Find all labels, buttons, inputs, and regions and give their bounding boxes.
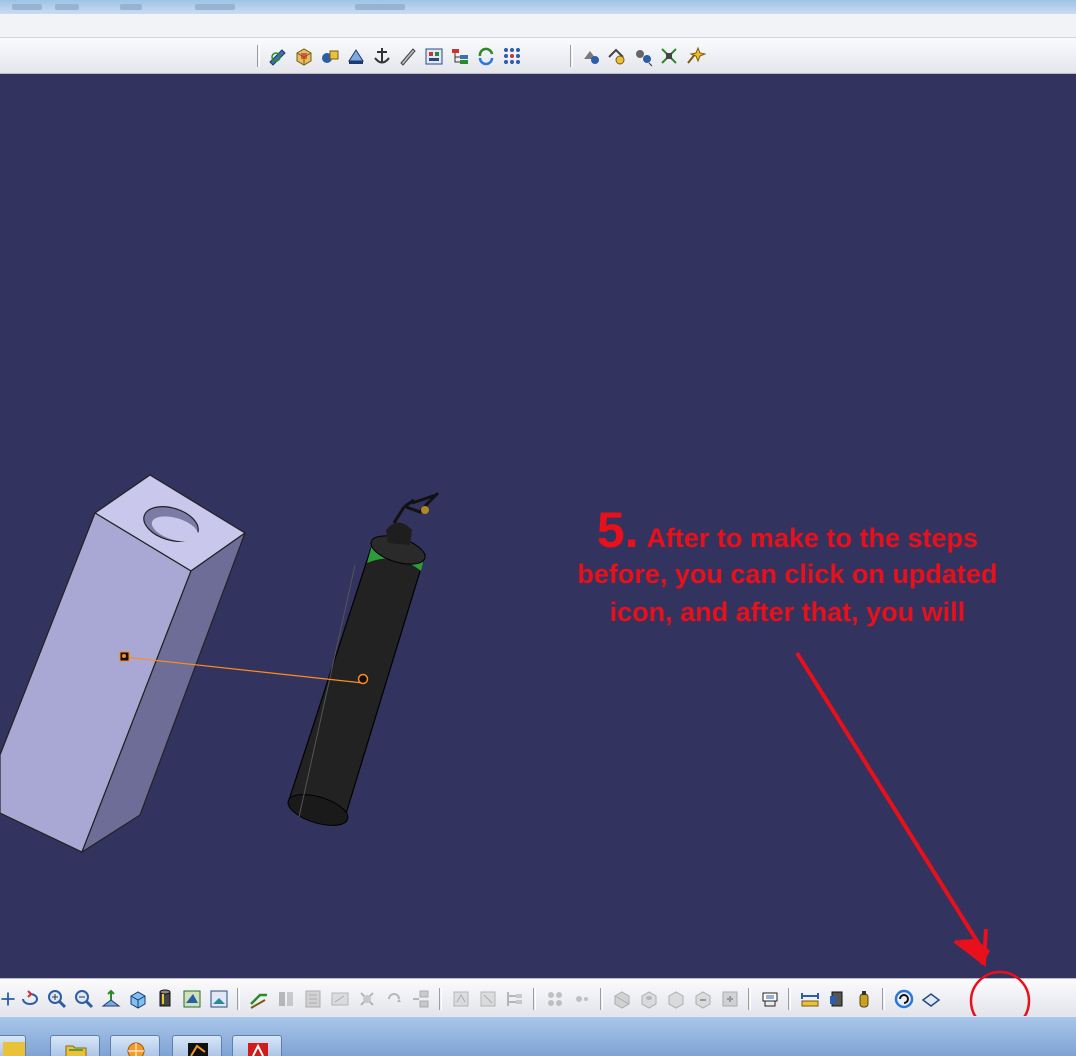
toolbar-separator: [257, 45, 260, 67]
measure-item-icon[interactable]: [823, 986, 850, 1012]
add-icon[interactable]: [716, 986, 743, 1012]
rotate-icon[interactable]: [16, 986, 43, 1012]
toolbar-separator: [788, 988, 791, 1010]
pencil-icon[interactable]: [395, 43, 421, 69]
reuse-pattern-icon[interactable]: [501, 986, 528, 1012]
pad-icon[interactable]: [343, 43, 369, 69]
refresh-cycle-icon[interactable]: [473, 43, 499, 69]
offset-icon[interactable]: [299, 986, 326, 1012]
toolbar-separator: [748, 988, 751, 1010]
remove-icon[interactable]: [689, 986, 716, 1012]
flexible-icon[interactable]: [447, 986, 474, 1012]
cylinder-valve: [392, 491, 440, 524]
step-number: 5.: [596, 502, 639, 558]
explode-icon[interactable]: [630, 43, 656, 69]
3d-viewport[interactable]: 5. After to make to the steps before, you…: [0, 75, 1076, 978]
bottom-toolbar-row: [0, 985, 944, 1013]
zoom-in-icon[interactable]: [43, 986, 70, 1012]
toolbar-separator: [439, 988, 442, 1010]
browser-icon[interactable]: [110, 1035, 160, 1056]
hole-icon[interactable]: [635, 986, 662, 1012]
window-title-bar: [0, 0, 1076, 14]
part-body-icon[interactable]: [291, 43, 317, 69]
toolbar-separator: [570, 45, 573, 67]
annotation-line-2: before, you can click on updated: [577, 559, 998, 589]
manipulate-icon[interactable]: [578, 43, 604, 69]
anchor-icon[interactable]: [369, 43, 395, 69]
update-icon[interactable]: [890, 986, 917, 1012]
zoom-out-icon[interactable]: [70, 986, 97, 1012]
hide-show-icon[interactable]: [205, 986, 232, 1012]
annotation-arrow: [795, 651, 990, 967]
measure-inertia-icon[interactable]: [850, 986, 877, 1012]
measure-between-icon[interactable]: [796, 986, 823, 1012]
menu-bar: [0, 14, 1076, 38]
cylinder-view-icon[interactable]: [151, 986, 178, 1012]
catalog-icon[interactable]: [421, 43, 447, 69]
top-toolbar-group-1: [252, 42, 525, 70]
annotation-text-1: After to make to the steps: [646, 523, 979, 553]
pan-icon[interactable]: [0, 986, 16, 1012]
change-constraint-icon[interactable]: [474, 986, 501, 1012]
iso-view-icon[interactable]: [124, 986, 151, 1012]
grid-icon[interactable]: [499, 43, 525, 69]
groove-icon[interactable]: [662, 986, 689, 1012]
layer-icon[interactable]: [917, 986, 944, 1012]
coincidence-icon[interactable]: [245, 986, 272, 1012]
symmetry-icon[interactable]: [756, 986, 783, 1012]
quick-constraint-icon[interactable]: [407, 986, 434, 1012]
bottom-toolbar: [0, 970, 1076, 1032]
top-toolbar-group-2: [565, 42, 708, 70]
pdf-icon[interactable]: [232, 1035, 282, 1056]
tree-icon[interactable]: [447, 43, 473, 69]
folder-icon[interactable]: [50, 1035, 100, 1056]
block-part[interactable]: [0, 474, 247, 854]
shaded-part-icon[interactable]: [317, 43, 343, 69]
catia-icon[interactable]: [172, 1035, 222, 1056]
contact-icon[interactable]: [272, 986, 299, 1012]
normal-view-icon[interactable]: [97, 986, 124, 1012]
windows-taskbar: [0, 1016, 1076, 1056]
render-style-icon[interactable]: [178, 986, 205, 1012]
angle-icon[interactable]: [326, 986, 353, 1012]
toolbar-separator: [882, 988, 885, 1010]
sketch-icon[interactable]: [265, 43, 291, 69]
fix-constraint-icon[interactable]: [656, 43, 682, 69]
fast-multi-icon[interactable]: [568, 986, 595, 1012]
split-icon[interactable]: [608, 986, 635, 1012]
catia-window: 5. After to make to the steps before, you…: [0, 0, 1076, 1056]
explorer-icon[interactable]: [0, 1035, 26, 1056]
snap-icon[interactable]: [604, 43, 630, 69]
top-toolbar: [0, 38, 1076, 74]
toolbar-separator: [237, 988, 240, 1010]
toolbar-separator: [533, 988, 536, 1010]
annotation-line-1: 5. After to make to the steps: [520, 505, 1055, 555]
fix-icon[interactable]: [353, 986, 380, 1012]
fix-together-icon[interactable]: [380, 986, 407, 1012]
constraint-point-cylinder: [357, 673, 369, 685]
annotation-line-3: icon, and after that, you will: [609, 597, 966, 627]
gas-cylinder-part[interactable]: [285, 491, 440, 831]
toolbar-separator: [600, 988, 603, 1010]
multi-instantiation-icon[interactable]: [541, 986, 568, 1012]
tutorial-annotation: 5. After to make to the steps before, you…: [520, 505, 1055, 631]
smart-move-icon[interactable]: [682, 43, 708, 69]
cylinder-valve-knob: [421, 506, 429, 514]
